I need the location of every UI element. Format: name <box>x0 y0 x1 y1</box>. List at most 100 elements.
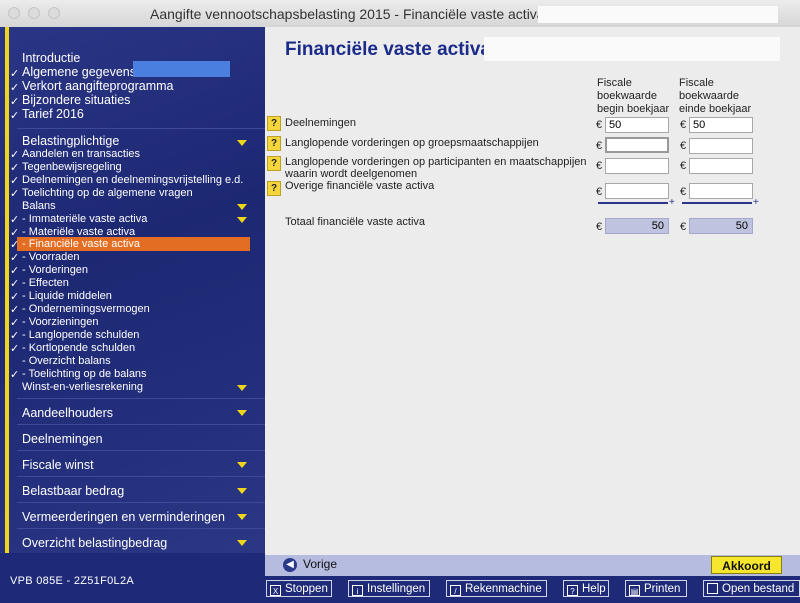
column-header-line: boekwaarde <box>597 90 657 102</box>
sidebar-item-toelichting-balans[interactable]: - Toelichting op de balans <box>22 368 147 380</box>
euro-symbol: € <box>680 221 687 233</box>
sidebar-item-winst-verlies[interactable]: Winst-en-verliesrekening <box>22 381 143 393</box>
sidebar-item-overzicht-balans[interactable]: - Overzicht balans <box>22 355 111 367</box>
chevron-down-icon[interactable] <box>237 514 247 520</box>
check-icon: ✓ <box>10 304 20 316</box>
sidebar-item-tegenbewijs[interactable]: Tegenbewijsregeling <box>22 161 122 173</box>
groepsmaatschappijen-begin-input[interactable] <box>605 137 669 153</box>
check-icon: ✓ <box>10 291 20 303</box>
back-arrow-icon[interactable]: ◀ <box>283 558 297 572</box>
sidebar-section-vermeerderingen[interactable]: Vermeerderingen en verminderingen <box>22 510 225 524</box>
sidebar-section-overzicht-belastingbedrag[interactable]: Overzicht belastingbedrag <box>22 536 167 550</box>
total-label: Totaal financiële vaste activa <box>285 216 426 228</box>
sidebar-item-ondernemingsvermogen[interactable]: - Ondernemingsvermogen <box>22 303 150 315</box>
euro-symbol: € <box>596 160 603 172</box>
sidebar-section-belastbaar-bedrag[interactable]: Belastbaar bedrag <box>22 484 124 498</box>
algemene-gegevens-redaction <box>133 61 230 77</box>
check-icon: ✓ <box>10 239 20 251</box>
title-redaction <box>538 6 778 23</box>
groepsmaatschappijen-einde-input[interactable] <box>689 138 753 154</box>
sidebar-item-financiele[interactable]: - Financiële vaste activa <box>22 238 140 250</box>
stoppen-button[interactable]: X Stoppen <box>266 580 332 597</box>
chevron-down-icon[interactable] <box>237 540 247 546</box>
window-title: Aangifte vennootschapsbelasting 2015 - F… <box>150 6 545 22</box>
sidebar-item-voorraden[interactable]: - Voorraden <box>22 251 79 263</box>
check-icon: ✓ <box>10 96 20 108</box>
sidebar-section-belastingplichtige[interactable]: Belastingplichtige <box>22 135 119 148</box>
sidebar-item-introductie[interactable]: Introductie <box>22 52 80 65</box>
sidebar-item-verkort[interactable]: Verkort aangifteprogramma <box>22 80 173 93</box>
rekenmachine-label: Rekenmachine <box>465 583 542 595</box>
column-header-line: boekwaarde <box>679 90 739 102</box>
sidebar-item-balans[interactable]: Balans <box>22 200 56 212</box>
chevron-down-icon[interactable] <box>237 488 247 494</box>
minimize-window-button[interactable] <box>28 7 40 19</box>
sidebar-section-fiscale-winst[interactable]: Fiscale winst <box>22 458 94 472</box>
sidebar-stripe <box>5 27 9 580</box>
open-bestand-button[interactable]: Open bestand <box>703 580 800 597</box>
column-header-line: Fiscale <box>679 77 714 89</box>
help-label: Help <box>582 583 606 595</box>
total-begin-value: 50 <box>605 218 669 234</box>
sidebar-item-langlopende[interactable]: - Langlopende schulden <box>22 329 139 341</box>
deelnemingen-begin-input[interactable]: 50 <box>605 117 669 133</box>
chevron-down-icon[interactable] <box>237 410 247 416</box>
version-code: VPB 085E - 2Z51F0L2A <box>10 575 135 587</box>
check-icon: ✓ <box>10 188 20 200</box>
chevron-down-icon[interactable] <box>237 462 247 468</box>
help-button[interactable]: ? <box>267 116 281 131</box>
help-button[interactable]: ? <box>267 136 281 151</box>
sidebar-item-voorzieningen[interactable]: - Voorzieningen <box>22 316 98 328</box>
deelnemingen-einde-input[interactable]: 50 <box>689 117 753 133</box>
participanten-begin-input[interactable] <box>605 158 669 174</box>
euro-symbol: € <box>596 119 603 131</box>
overige-begin-input[interactable] <box>605 183 669 199</box>
page-title: Financiële vaste activa <box>285 39 491 60</box>
chevron-down-icon[interactable] <box>237 217 247 223</box>
sidebar-item-algemene-gegevens[interactable]: Algemene gegevens: <box>22 66 139 79</box>
open-bestand-label: Open bestand <box>722 583 795 595</box>
folder-icon <box>707 583 718 594</box>
participanten-einde-input[interactable] <box>689 158 753 174</box>
column-header-line: einde boekjaar <box>679 103 752 115</box>
check-icon: ✓ <box>10 330 20 342</box>
previous-button[interactable]: Vorige <box>303 557 337 571</box>
akkoord-button[interactable]: Akkoord <box>711 556 782 574</box>
zoom-window-button[interactable] <box>48 7 60 19</box>
sidebar-item-bijzondere-situaties[interactable]: Bijzondere situaties <box>22 94 130 107</box>
column-header-begin: Fiscale boekwaarde begin boekjaar <box>597 77 669 116</box>
instellingen-button[interactable]: i Instellingen <box>348 580 430 597</box>
overige-einde-input[interactable] <box>689 183 753 199</box>
sidebar-item-deelnemingsvrijstelling[interactable]: Deelnemingen en deelnemingsvrijstelling … <box>22 174 243 186</box>
sidebar-item-effecten[interactable]: - Effecten <box>22 277 69 289</box>
sidebar-item-immateriele[interactable]: - Immateriële vaste activa <box>22 213 147 225</box>
sidebar-section-aandeelhouders[interactable]: Aandeelhouders <box>22 406 113 420</box>
check-icon: ✓ <box>10 265 20 277</box>
check-icon: ✓ <box>10 252 20 264</box>
sum-line <box>598 202 668 204</box>
check-icon: ✓ <box>10 162 20 174</box>
help-toolbar-button[interactable]: ? Help <box>563 580 609 597</box>
total-einde-value: 50 <box>689 218 753 234</box>
sidebar-item-aandelen[interactable]: Aandelen en transacties <box>22 148 140 160</box>
sidebar-item-liquide[interactable]: - Liquide middelen <box>22 290 112 302</box>
sidebar-item-vorderingen[interactable]: - Vorderingen <box>22 264 88 276</box>
close-window-button[interactable] <box>8 7 20 19</box>
euro-symbol: € <box>680 186 687 198</box>
sum-line <box>682 202 752 204</box>
rekenmachine-button[interactable]: / Rekenmachine <box>446 580 547 597</box>
chevron-down-icon[interactable] <box>237 140 247 146</box>
sidebar-item-toelichting-vragen[interactable]: Toelichting op de algemene vragen <box>22 187 193 199</box>
sidebar-item-tarief[interactable]: Tarief 2016 <box>22 108 84 121</box>
row-label-line: waarin wordt deelgenomen <box>285 168 418 180</box>
chevron-down-icon[interactable] <box>237 204 247 210</box>
sidebar-item-kortlopende[interactable]: - Kortlopende schulden <box>22 342 135 354</box>
check-icon: ✓ <box>10 369 20 381</box>
help-button[interactable]: ? <box>267 156 281 171</box>
chevron-down-icon[interactable] <box>237 385 247 391</box>
euro-symbol: € <box>680 119 687 131</box>
plus-sign: + <box>669 197 675 208</box>
help-button[interactable]: ? <box>267 181 281 196</box>
sidebar-section-deelnemingen[interactable]: Deelnemingen <box>22 432 103 446</box>
printen-button[interactable]: ▤ Printen <box>625 580 687 597</box>
